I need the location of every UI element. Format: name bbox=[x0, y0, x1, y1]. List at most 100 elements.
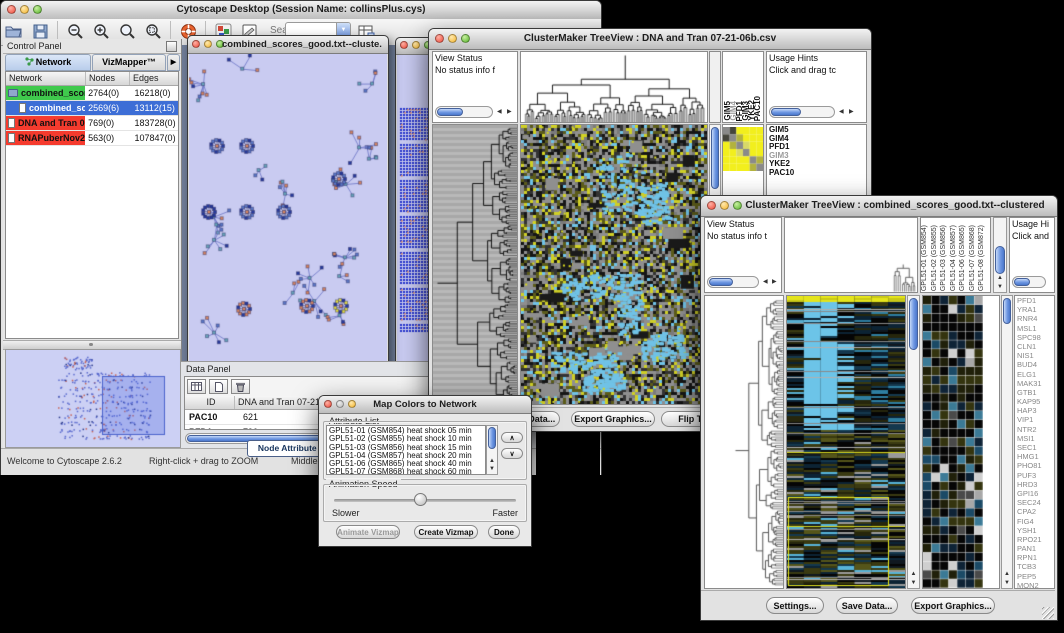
gene-label[interactable]: GTB1 bbox=[1017, 388, 1054, 397]
animate-vizmap-button[interactable]: Animate Vizmap bbox=[336, 525, 400, 539]
treeview1-titlebar[interactable]: ClusterMaker TreeView : DNA and Tran 07-… bbox=[429, 29, 871, 50]
main-titlebar[interactable]: Cytoscape Desktop (Session Name: collins… bbox=[1, 1, 601, 20]
close-button[interactable] bbox=[192, 40, 200, 48]
zoom-out-icon[interactable] bbox=[65, 21, 85, 41]
delete-attribute-icon[interactable] bbox=[231, 379, 250, 394]
network-table-row[interactable]: RNAPuberNov2+ 563(0) 107847(0) bbox=[6, 131, 178, 146]
close-button[interactable] bbox=[400, 41, 408, 49]
gene-dendrogram-canvas[interactable] bbox=[705, 296, 783, 588]
save-data-button[interactable]: Save Data... bbox=[836, 597, 898, 614]
scrollbar-thumb[interactable] bbox=[909, 298, 918, 350]
scroll-left-icon[interactable]: ◀ bbox=[497, 108, 502, 115]
tv1-status-hscrollbar[interactable] bbox=[435, 106, 493, 118]
scrollbar-thumb[interactable] bbox=[995, 246, 1005, 274]
gene-label[interactable]: MAK31 bbox=[1017, 379, 1054, 388]
scroll-up-icon[interactable]: ▲ bbox=[1002, 570, 1012, 578]
float-panel-icon[interactable] bbox=[166, 41, 177, 52]
tv2-column-dendrogram-panel[interactable] bbox=[784, 217, 918, 293]
network-table-row[interactable]: combined_scores 2764(0) 16218(0) bbox=[6, 86, 178, 101]
gene-label[interactable]: SPC98 bbox=[1017, 333, 1054, 342]
attribute-listbox[interactable]: GPL51-01 (GSM854) heat shock 05 minGPL51… bbox=[326, 425, 486, 475]
scroll-up-icon[interactable]: ▲ bbox=[908, 570, 919, 578]
gene-label[interactable]: PHO81 bbox=[1017, 461, 1054, 470]
minimize-button[interactable] bbox=[448, 34, 457, 43]
scroll-right-icon[interactable]: ▶ bbox=[772, 278, 777, 285]
scrollbar-thumb[interactable] bbox=[1003, 298, 1011, 324]
scroll-left-icon[interactable]: ◀ bbox=[763, 278, 768, 285]
export-graphics-button[interactable]: Export Graphics... bbox=[571, 411, 655, 427]
network-table-row[interactable]: combined_sco 2569(6) 13112(15) bbox=[6, 101, 178, 116]
tv2-genelist-vscrollbar[interactable]: ▲ ▼ bbox=[1001, 295, 1013, 589]
tv2-heatmap-panel[interactable] bbox=[786, 295, 906, 589]
tab-network[interactable]: Network bbox=[5, 54, 91, 71]
gene-label[interactable]: PFD1 bbox=[1017, 296, 1054, 305]
gene-label[interactable]: HRD3 bbox=[1017, 480, 1054, 489]
attribute-list-item[interactable]: GPL51-07 (GSM868) heat shock 60 min bbox=[329, 468, 485, 475]
zoom-window-button[interactable] bbox=[348, 400, 356, 408]
gene-label[interactable]: ELG1 bbox=[1017, 370, 1054, 379]
gene-label[interactable]: TCB3 bbox=[1017, 562, 1054, 571]
gene-label[interactable]: VIP1 bbox=[1017, 415, 1054, 424]
gene-label[interactable]: NTR2 bbox=[1017, 425, 1054, 434]
tab-overflow-button[interactable]: ▶ bbox=[167, 54, 180, 71]
minimize-button[interactable] bbox=[336, 400, 344, 408]
zoom-fit-icon[interactable] bbox=[117, 21, 137, 41]
tab-vizmapper[interactable]: VizMapper™ bbox=[92, 54, 166, 71]
heatmap-canvas[interactable] bbox=[787, 296, 905, 588]
scroll-left-icon[interactable]: ◀ bbox=[839, 108, 844, 115]
close-button[interactable] bbox=[707, 201, 716, 210]
gene-label[interactable]: BUD4 bbox=[1017, 360, 1054, 369]
gene-label[interactable]: GPI16 bbox=[1017, 489, 1054, 498]
scrollbar-thumb[interactable] bbox=[711, 127, 719, 189]
done-button[interactable]: Done bbox=[488, 525, 520, 539]
close-button[interactable] bbox=[7, 5, 16, 14]
select-attributes-icon[interactable] bbox=[187, 379, 206, 394]
gene-label[interactable]: HMG1 bbox=[1017, 452, 1054, 461]
dialog-titlebar[interactable]: Map Colors to Network bbox=[319, 396, 531, 414]
tv2-status-hscrollbar[interactable] bbox=[707, 276, 759, 288]
tv2-labels-vscrollbar[interactable]: ▲ ▼ bbox=[993, 217, 1007, 293]
column-dendrogram-canvas[interactable] bbox=[785, 218, 917, 292]
attribute-list-vscrollbar[interactable]: ▲ ▼ bbox=[486, 425, 498, 475]
gene-label[interactable]: RPN1 bbox=[1017, 553, 1054, 562]
tv1-hints-hscrollbar[interactable] bbox=[769, 106, 835, 118]
create-vizmap-button[interactable]: Create Vizmap bbox=[414, 525, 478, 539]
scroll-down-icon[interactable]: ▼ bbox=[1002, 579, 1012, 587]
close-button[interactable] bbox=[324, 400, 332, 408]
scroll-down-icon[interactable]: ▼ bbox=[487, 465, 497, 473]
gene-dendrogram-canvas[interactable] bbox=[433, 125, 517, 404]
gene-label[interactable]: KAP95 bbox=[1017, 397, 1054, 406]
gene-label[interactable]: SEC24 bbox=[1017, 498, 1054, 507]
gene-label[interactable]: FIG4 bbox=[1017, 517, 1054, 526]
minimize-button[interactable] bbox=[20, 5, 29, 14]
scroll-up-icon[interactable]: ▲ bbox=[994, 274, 1006, 282]
tv1-gene-dendrogram-panel[interactable] bbox=[432, 124, 518, 405]
gene-label[interactable]: RNR4 bbox=[1017, 314, 1054, 323]
tv1-column-dendrogram-panel[interactable] bbox=[520, 51, 708, 123]
scrollbar-thumb[interactable] bbox=[709, 278, 733, 286]
gene-label[interactable]: MSL1 bbox=[1017, 324, 1054, 333]
tv2-zoom-heatmap-panel[interactable] bbox=[922, 295, 1000, 589]
tv2-heatmap-vscrollbar[interactable]: ▲ ▼ bbox=[907, 295, 920, 589]
scroll-up-icon[interactable]: ▲ bbox=[487, 457, 497, 465]
minimize-button[interactable] bbox=[204, 40, 212, 48]
gene-label[interactable]: PEP5 bbox=[1017, 572, 1054, 581]
zoom-selected-icon[interactable] bbox=[143, 21, 163, 41]
similarity-matrix-canvas[interactable] bbox=[723, 127, 763, 171]
settings-button[interactable]: Settings... bbox=[766, 597, 824, 614]
network-canvas[interactable] bbox=[189, 54, 387, 369]
close-button[interactable] bbox=[435, 34, 444, 43]
scrollbar-thumb[interactable] bbox=[437, 108, 463, 116]
export-graphics-button[interactable]: Export Graphics... bbox=[911, 597, 995, 614]
scroll-down-icon[interactable]: ▼ bbox=[908, 579, 919, 587]
tv1-heatmap-panel[interactable] bbox=[520, 124, 708, 405]
network-view-titlebar[interactable]: combined_scores_good.txt--cluste... bbox=[188, 36, 388, 54]
gene-label[interactable]: PUF3 bbox=[1017, 471, 1054, 480]
gene-label[interactable]: CLN1 bbox=[1017, 342, 1054, 351]
tv2-hints-hscrollbar[interactable] bbox=[1012, 276, 1046, 288]
zoomed-heatmap-canvas[interactable] bbox=[923, 296, 983, 588]
column-dendrogram-canvas[interactable] bbox=[521, 52, 707, 122]
minimize-button[interactable] bbox=[720, 201, 729, 210]
gene-label[interactable]: PAC10 bbox=[769, 169, 866, 178]
gene-label[interactable]: MON2 bbox=[1017, 581, 1054, 589]
